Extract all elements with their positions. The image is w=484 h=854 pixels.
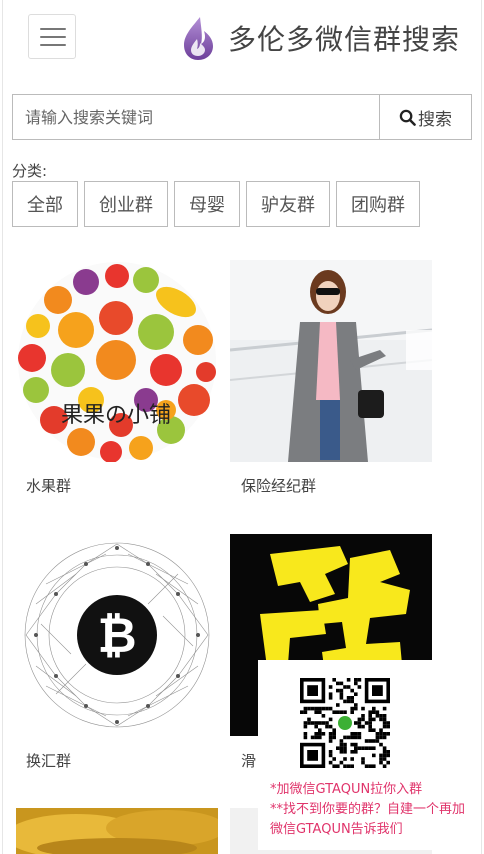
category-filter: 全部 创业群 母婴 驴友群 团购群 xyxy=(12,181,420,227)
hamburger-menu-icon xyxy=(40,28,66,30)
wechat-qr-code xyxy=(300,678,390,768)
qr-note-line3: 微信GTAQUN告诉我们 xyxy=(270,822,403,837)
logo-text: 多伦多微信群搜索 xyxy=(228,23,461,56)
search-bar: 搜索 xyxy=(12,94,472,140)
fruit-group-image: 果果の小铺 xyxy=(16,260,218,462)
wechat-logo-icon xyxy=(338,716,352,730)
group-card-fruit[interactable]: 果果の小铺 xyxy=(16,260,218,462)
category-all-button[interactable]: 全部 xyxy=(12,181,78,227)
group-title-fruit[interactable]: 水果群 xyxy=(26,475,71,496)
group-card-insurance[interactable] xyxy=(230,260,432,462)
search-input[interactable] xyxy=(12,94,379,140)
page: 多伦多微信群搜索 搜索 分类: 全部 创业群 母婴 驴友群 团购群 xyxy=(0,0,484,854)
logo-flame-icon xyxy=(184,17,213,60)
group-card-exchange[interactable]: ₿ xyxy=(16,534,218,736)
group-card-5[interactable] xyxy=(16,808,218,854)
search-button-label: 搜索 xyxy=(418,109,452,130)
category-travel-button[interactable]: 驴友群 xyxy=(246,181,330,227)
category-startup-button[interactable]: 创业群 xyxy=(84,181,168,227)
bitcoin-group-image: ₿ xyxy=(16,534,218,736)
wechat-qr-panel: *加微信GTAQUN拉你入群 **找不到你要的群？自建一个再加 微信GTAQUN… xyxy=(258,660,470,850)
category-baby-button[interactable]: 母婴 xyxy=(174,181,240,227)
category-groupbuy-button[interactable]: 团购群 xyxy=(336,181,420,227)
category-label: 分类: xyxy=(12,162,48,180)
qr-note-line1: *加微信GTAQUN拉你入群 xyxy=(270,782,423,797)
site-logo[interactable]: 多伦多微信群搜索 xyxy=(180,14,460,62)
group-title-insurance[interactable]: 保险经纪群 xyxy=(241,475,316,496)
svg-text:₿: ₿ xyxy=(97,608,136,664)
insurance-group-image xyxy=(230,260,432,462)
gold-coins-image xyxy=(16,808,218,854)
fruit-image-caption: 果果の小铺 xyxy=(61,403,171,428)
qr-note-line2: **找不到你要的群？自建一个再加 xyxy=(270,802,466,817)
group-title-exchange[interactable]: 换汇群 xyxy=(26,750,71,771)
menu-button[interactable] xyxy=(28,14,76,59)
search-button[interactable]: 搜索 xyxy=(379,94,472,140)
search-icon xyxy=(399,109,416,126)
group-title-4[interactable]: 滑 xyxy=(241,750,256,771)
